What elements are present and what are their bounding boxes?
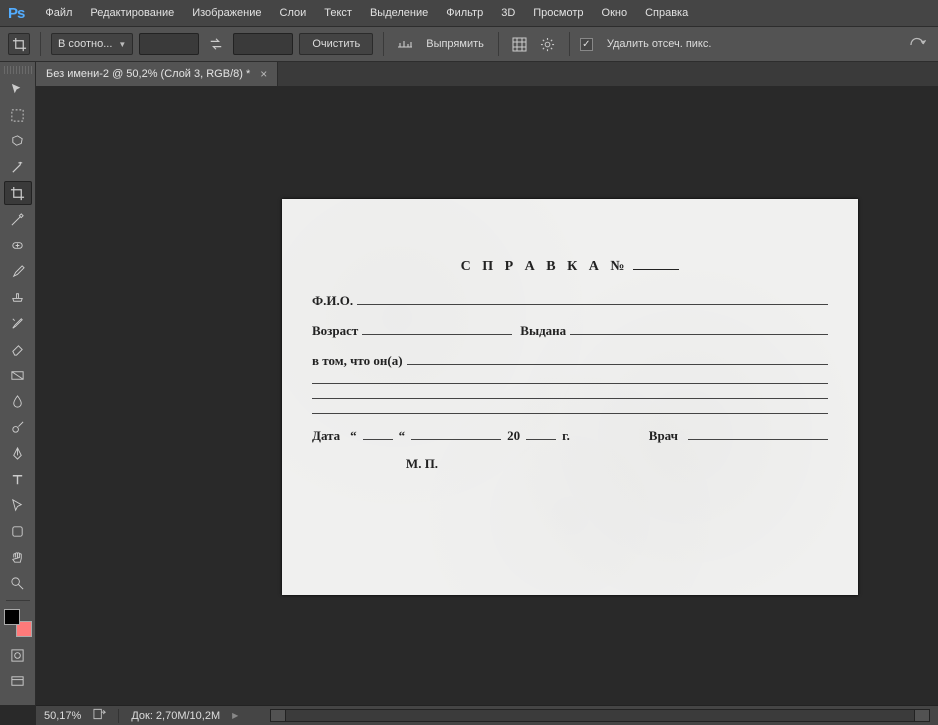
menu-bar: Ps Файл Редактирование Изображение Слои … bbox=[0, 0, 938, 26]
menu-3d[interactable]: 3D bbox=[492, 0, 524, 26]
crop-width-input[interactable] bbox=[139, 33, 199, 55]
move-tool[interactable] bbox=[4, 77, 32, 101]
delete-pixels-checkbox[interactable]: ✓ bbox=[580, 38, 593, 51]
marquee-tool[interactable] bbox=[4, 103, 32, 127]
healing-brush-tool[interactable] bbox=[4, 233, 32, 257]
pen-tool[interactable] bbox=[4, 441, 32, 465]
menu-image[interactable]: Изображение bbox=[183, 0, 270, 26]
history-brush-tool[interactable] bbox=[4, 311, 32, 335]
document-canvas[interactable]: С П Р А В К А № Ф.И.О. Возраст Выдана в … bbox=[282, 199, 858, 595]
menu-edit[interactable]: Редактирование bbox=[81, 0, 183, 26]
clear-button[interactable]: Очистить bbox=[299, 33, 373, 55]
doc-info[interactable]: Док: 2,70M/10,2M bbox=[131, 710, 220, 722]
document-content: С П Р А В К А № Ф.И.О. Возраст Выдана в … bbox=[312, 259, 828, 472]
divider bbox=[383, 32, 384, 56]
straighten-icon[interactable] bbox=[394, 33, 416, 55]
that-label: в том, что он(а) bbox=[312, 353, 403, 369]
type-tool[interactable] bbox=[4, 467, 32, 491]
delete-pixels-label: Удалить отсеч. пикс. bbox=[607, 38, 712, 50]
export-icon[interactable] bbox=[93, 708, 106, 723]
canvas-area[interactable]: С П Р А В К А № Ф.И.О. Возраст Выдана в … bbox=[36, 86, 938, 705]
swap-dimensions-icon[interactable] bbox=[205, 33, 227, 55]
hand-tool[interactable] bbox=[4, 545, 32, 569]
gradient-tool[interactable] bbox=[4, 363, 32, 387]
fio-label: Ф.И.О. bbox=[312, 293, 353, 309]
aspect-ratio-select[interactable]: В соотно... ▼ bbox=[51, 33, 133, 55]
date-label: Дата bbox=[312, 428, 340, 444]
crop-tool[interactable] bbox=[4, 181, 32, 205]
lasso-tool[interactable] bbox=[4, 129, 32, 153]
horizontal-scrollbar[interactable] bbox=[270, 709, 930, 722]
gear-icon[interactable] bbox=[537, 33, 559, 55]
aspect-ratio-label: В соотно... bbox=[58, 38, 112, 50]
menu-window[interactable]: Окно bbox=[593, 0, 637, 26]
brush-tool[interactable] bbox=[4, 259, 32, 283]
foreground-color-swatch[interactable] bbox=[4, 609, 20, 625]
menu-layers[interactable]: Слои bbox=[271, 0, 316, 26]
status-bar: 50,17% Док: 2,70M/10,2M ▶ bbox=[36, 705, 938, 725]
color-swatches[interactable] bbox=[4, 609, 32, 637]
blur-tool[interactable] bbox=[4, 389, 32, 413]
menu-view[interactable]: Просмотр bbox=[524, 0, 592, 26]
stamp-label: М. П. bbox=[392, 456, 452, 472]
menu-select[interactable]: Выделение bbox=[361, 0, 437, 26]
divider bbox=[498, 32, 499, 56]
issued-label: Выдана bbox=[520, 323, 566, 339]
menu-file[interactable]: Файл bbox=[36, 0, 81, 26]
path-selection-tool[interactable] bbox=[4, 493, 32, 517]
zoom-tool[interactable] bbox=[4, 571, 32, 595]
divider bbox=[40, 32, 41, 56]
reset-icon[interactable] bbox=[904, 33, 930, 55]
menu-help[interactable]: Справка bbox=[636, 0, 697, 26]
magic-wand-tool[interactable] bbox=[4, 155, 32, 179]
overlay-grid-icon[interactable] bbox=[509, 33, 531, 55]
zoom-level[interactable]: 50,17% bbox=[44, 710, 81, 722]
doc-title-text: С П Р А В К А № bbox=[461, 259, 629, 274]
ps-logo: Ps bbox=[8, 5, 24, 22]
document-tab[interactable]: Без имени-2 @ 50,2% (Слой 3, RGB/8) * × bbox=[36, 62, 278, 86]
crop-tool-indicator-icon[interactable] bbox=[8, 33, 30, 55]
doc-title: С П Р А В К А № bbox=[312, 259, 828, 275]
doctor-label: Врач bbox=[649, 428, 678, 444]
chevron-down-icon: ▼ bbox=[118, 40, 126, 49]
menu-text[interactable]: Текст bbox=[315, 0, 361, 26]
options-bar: В соотно... ▼ Очистить Выпрямить ✓ Удали… bbox=[0, 26, 938, 62]
clone-stamp-tool[interactable] bbox=[4, 285, 32, 309]
quick-mask-tool[interactable] bbox=[4, 643, 32, 667]
dodge-tool[interactable] bbox=[4, 415, 32, 439]
tools-panel bbox=[0, 62, 36, 705]
panel-grip[interactable] bbox=[4, 66, 32, 74]
document-tab-strip: Без имени-2 @ 50,2% (Слой 3, RGB/8) * × bbox=[36, 62, 938, 86]
shape-tool[interactable] bbox=[4, 519, 32, 543]
document-tab-title: Без имени-2 @ 50,2% (Слой 3, RGB/8) * bbox=[46, 68, 250, 80]
eyedropper-tool[interactable] bbox=[4, 207, 32, 231]
close-tab-icon[interactable]: × bbox=[260, 67, 267, 81]
screen-mode-tool[interactable] bbox=[4, 669, 32, 693]
crop-height-input[interactable] bbox=[233, 33, 293, 55]
straighten-label[interactable]: Выпрямить bbox=[426, 38, 484, 50]
menu-filter[interactable]: Фильтр bbox=[437, 0, 492, 26]
eraser-tool[interactable] bbox=[4, 337, 32, 361]
divider bbox=[6, 600, 30, 601]
age-label: Возраст bbox=[312, 323, 358, 339]
divider bbox=[569, 32, 570, 56]
